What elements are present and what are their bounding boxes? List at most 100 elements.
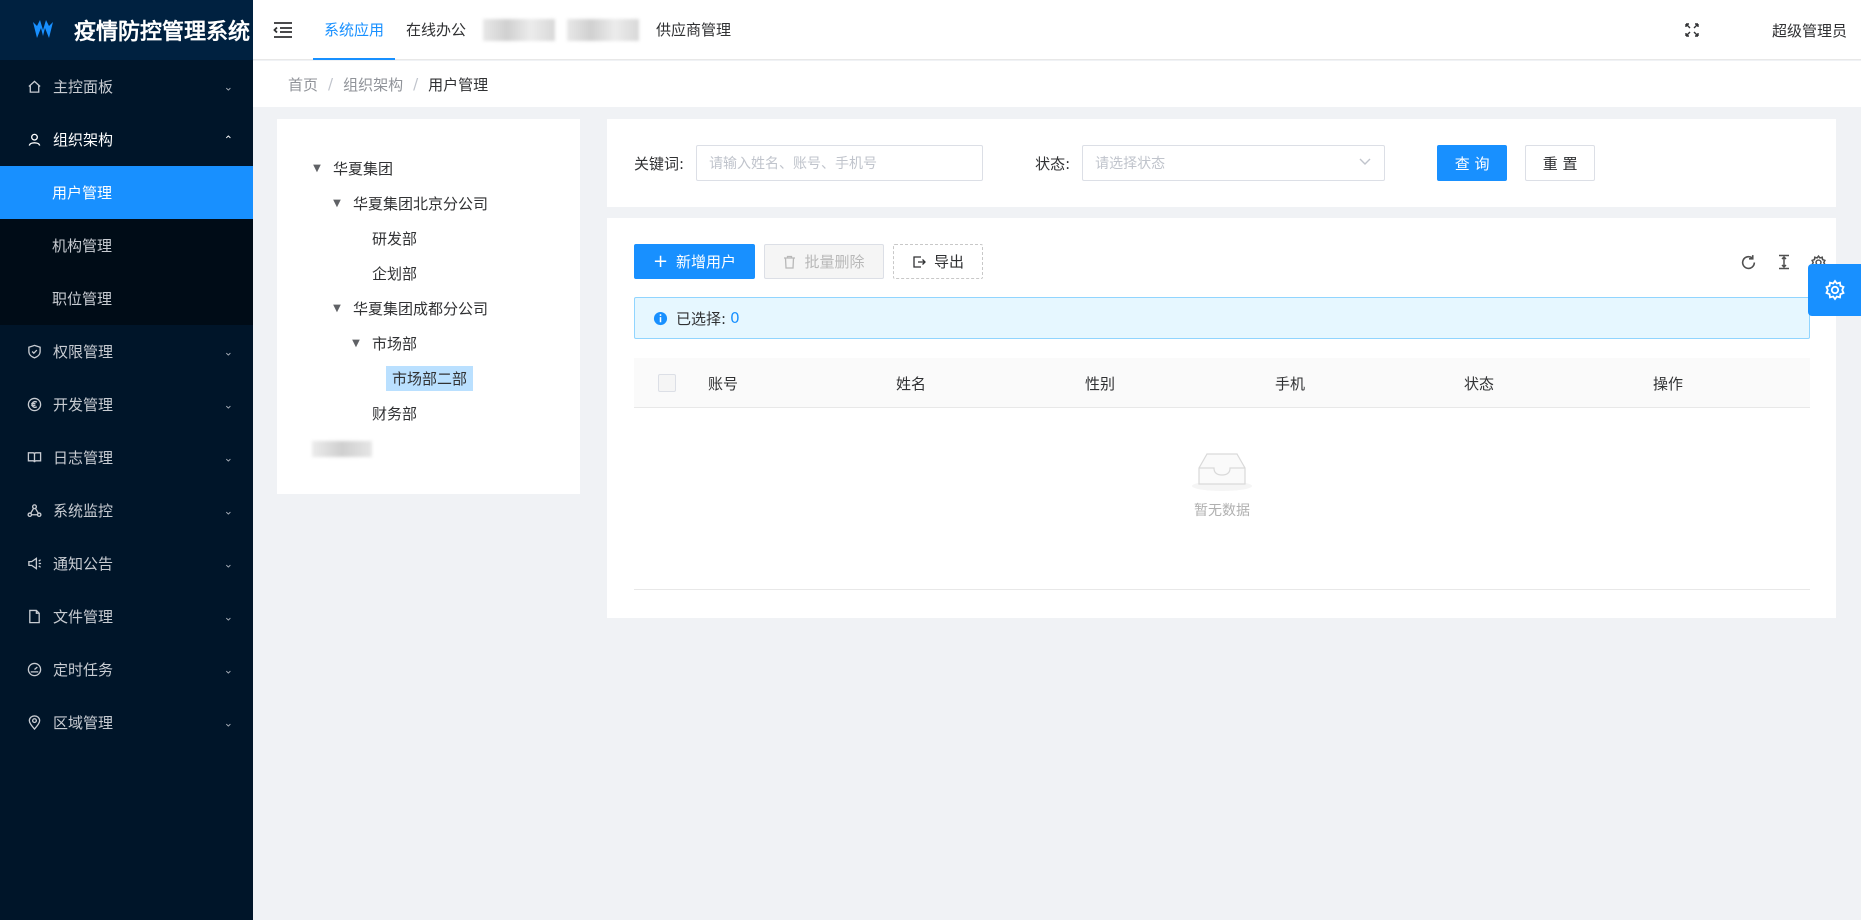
sidebar-item-monitor[interactable]: 系统监控 ⌄ — [0, 484, 253, 537]
caret-down-icon[interactable]: ▼ — [346, 338, 366, 349]
sidebar-item-development[interactable]: 开发管理 ⌄ — [0, 378, 253, 431]
sidebar-item-label: 通知公告 — [53, 555, 114, 573]
dashboard-icon — [26, 662, 42, 678]
tab-obscured[interactable] — [483, 18, 556, 41]
column-header-gender[interactable]: 性别 — [1085, 358, 1115, 408]
reset-button[interactable]: 重 置 — [1525, 145, 1596, 181]
tree-node-rd[interactable]: 研发部 — [277, 221, 580, 256]
breadcrumb-home[interactable]: 首页 — [288, 74, 318, 95]
user-table-panel: + 新增用户 批量删除 导出 已选择: 0 账号 姓名 性别 手机 状态 操作 … — [607, 218, 1836, 618]
add-user-button[interactable]: + 新增用户 — [634, 244, 755, 279]
density-button[interactable] — [1766, 250, 1801, 274]
tab-obscured[interactable] — [567, 18, 640, 41]
euro-icon — [26, 397, 42, 413]
sidebar-item-label: 日志管理 — [53, 449, 114, 467]
header-right: 超级管理员 — [1672, 0, 1861, 60]
menu-fold-icon — [273, 21, 292, 38]
cluster-icon — [26, 503, 42, 519]
app-logo[interactable]: 疫情防控管理系统 — [0, 0, 253, 60]
tree-node-label: 华夏集团 — [333, 160, 394, 178]
column-header-actions[interactable]: 操作 — [1653, 358, 1683, 408]
theme-settings-button[interactable] — [1808, 264, 1861, 316]
tree-node-label: 市场部二部 — [386, 366, 474, 391]
sidebar-item-label: 区域管理 — [53, 714, 114, 732]
sidebar-item-permission[interactable]: 权限管理 ⌄ — [0, 325, 253, 378]
shield-icon — [26, 344, 42, 360]
tab-online-office[interactable]: 在线办公 — [395, 0, 477, 60]
chevron-down-icon: ⌄ — [223, 557, 233, 570]
breadcrumb-organization[interactable]: 组织架构 — [343, 74, 403, 95]
batch-delete-button[interactable]: 批量删除 — [764, 244, 884, 279]
caret-down-icon[interactable]: ▼ — [327, 303, 347, 314]
fullscreen-button[interactable] — [1672, 0, 1712, 60]
selected-label: 已选择: — [676, 309, 727, 328]
tree-node-obscured[interactable] — [277, 431, 580, 466]
empty-inbox-icon — [1192, 453, 1252, 491]
caret-down-icon[interactable]: ▼ — [307, 163, 327, 174]
sidebar-item-scheduled-tasks[interactable]: 定时任务 ⌄ — [0, 643, 253, 696]
chevron-down-icon: ⌄ — [223, 504, 233, 517]
export-button[interactable]: 导出 — [893, 244, 983, 279]
caret-down-icon[interactable]: ▼ — [327, 198, 347, 209]
tree-node-label: 企划部 — [372, 265, 418, 283]
tab-system-apps[interactable]: 系统应用 — [313, 0, 396, 60]
status-select-placeholder: 请选择状态 — [1095, 156, 1166, 172]
tree-node-label: 华夏集团北京分公司 — [353, 195, 489, 213]
query-button[interactable]: 查 询 — [1437, 145, 1508, 181]
tree-node-finance[interactable]: 财务部 — [277, 396, 580, 431]
tree-node-beijing[interactable]: ▼ 华夏集团北京分公司 — [277, 186, 580, 221]
selection-alert: 已选择: 0 — [634, 297, 1810, 339]
search-form: 关键词: 请输入姓名、账号、手机号 状态: 请选择状态 查 询 重 置 — [607, 119, 1836, 207]
column-header-account[interactable]: 账号 — [708, 358, 738, 408]
tree-node-market-2[interactable]: 市场部二部 — [277, 361, 580, 396]
sidebar-item-files[interactable]: 文件管理 ⌄ — [0, 590, 253, 643]
sidebar-collapse-button[interactable] — [253, 0, 313, 60]
home-icon — [26, 79, 42, 95]
sidebar-item-org-management[interactable]: 机构管理 — [0, 219, 253, 272]
empty-state: 暂无数据 — [634, 408, 1810, 590]
tab-supplier-management[interactable]: 供应商管理 — [645, 0, 742, 60]
user-icon — [26, 132, 42, 148]
breadcrumb: 首页 / 组织架构 / 用户管理 — [253, 61, 1861, 107]
tree-node-label: 财务部 — [372, 405, 418, 423]
sidebar-item-logs[interactable]: 日志管理 ⌄ — [0, 431, 253, 484]
chevron-down-icon: ⌄ — [223, 398, 233, 411]
refresh-button[interactable] — [1731, 250, 1766, 274]
sidebar-item-user-management[interactable]: 用户管理 — [0, 166, 253, 219]
sidebar-item-label: 开发管理 — [53, 396, 114, 414]
sidebar-item-label: 权限管理 — [53, 343, 114, 361]
sidebar-item-region[interactable]: 区域管理 ⌄ — [0, 696, 253, 749]
sidebar-item-notice[interactable]: 通知公告 ⌄ — [0, 537, 253, 590]
app-title: 疫情防控管理系统 — [74, 20, 251, 45]
sidebar-item-dashboard[interactable]: 主控面板 ⌄ — [0, 60, 253, 113]
fullscreen-icon — [1685, 23, 1699, 37]
chevron-down-icon: ⌄ — [223, 716, 233, 729]
chevron-up-icon: ⌃ — [223, 133, 233, 146]
chevron-down-icon: ⌄ — [223, 610, 233, 623]
refresh-icon — [1741, 254, 1756, 269]
sidebar-item-position-management[interactable]: 职位管理 — [0, 272, 253, 325]
column-header-status[interactable]: 状态 — [1464, 358, 1494, 408]
status-select[interactable]: 请选择状态 — [1082, 145, 1386, 181]
select-all-checkbox[interactable] — [658, 358, 676, 408]
column-header-name[interactable]: 姓名 — [896, 358, 926, 408]
sidebar: 疫情防控管理系统 主控面板 ⌄ 组织架构 ⌃ 用户管理 机构管理 职位管理 权限… — [0, 0, 253, 920]
top-header: 系统应用 在线办公 供应商管理 超级管理员 — [253, 0, 1861, 60]
tree-node-planning[interactable]: 企划部 — [277, 256, 580, 291]
sidebar-item-organization[interactable]: 组织架构 ⌃ — [0, 113, 253, 166]
keyword-input[interactable]: 请输入姓名、账号、手机号 — [696, 145, 984, 181]
breadcrumb-separator: / — [328, 75, 334, 93]
tree-node-label: 市场部 — [372, 335, 418, 353]
tree-node-root[interactable]: ▼ 华夏集团 — [277, 151, 580, 186]
column-header-phone[interactable]: 手机 — [1275, 358, 1305, 408]
chevron-down-icon: ⌄ — [223, 80, 233, 93]
tree-node-chengdu[interactable]: ▼ 华夏集团成都分公司 — [277, 291, 580, 326]
tree-node-market[interactable]: ▼ 市场部 — [277, 326, 580, 361]
add-user-label: 新增用户 — [676, 253, 737, 271]
user-menu[interactable]: 超级管理员 — [1772, 20, 1847, 41]
logo-icon — [28, 15, 58, 45]
gear-icon — [1824, 279, 1845, 301]
location-icon — [26, 715, 42, 731]
sidebar-item-label: 主控面板 — [53, 78, 114, 96]
org-tree: ▼ 华夏集团 ▼ 华夏集团北京分公司 研发部 企划部 ▼ 华夏集团成都分公司 ▼… — [277, 119, 580, 494]
